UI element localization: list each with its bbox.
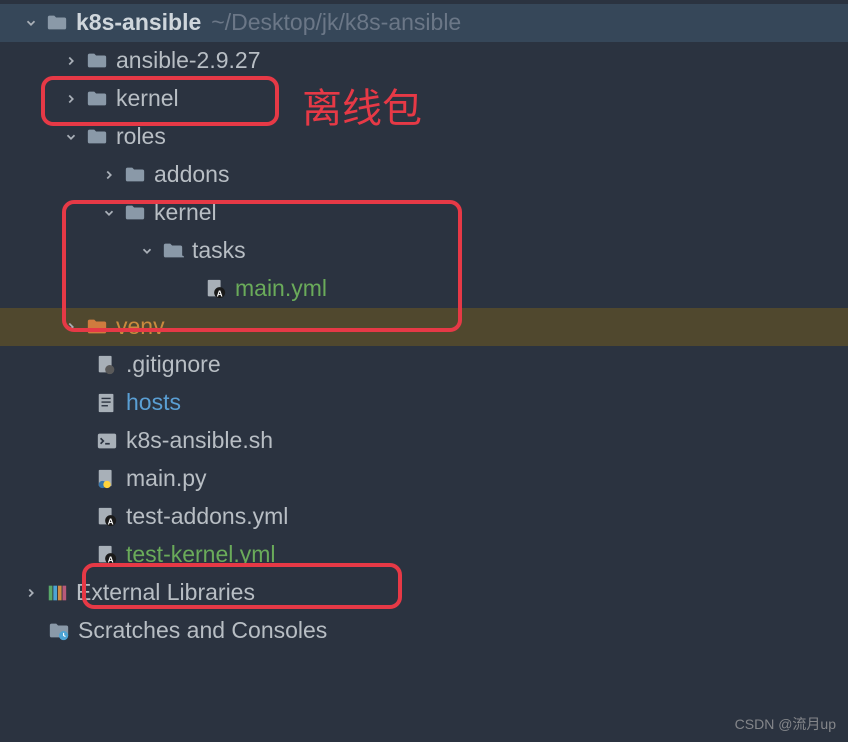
project-tree: k8s-ansible ~/Desktop/jk/k8s-ansible ans… — [0, 0, 848, 650]
file-label: .gitignore — [126, 351, 221, 379]
svg-text:A: A — [217, 289, 223, 298]
external-libraries-label: External Libraries — [76, 579, 255, 607]
tree-item-test-addons[interactable]: A test-addons.yml — [0, 498, 848, 536]
project-root-row[interactable]: k8s-ansible ~/Desktop/jk/k8s-ansible — [0, 4, 848, 42]
tree-item-k8s-sh[interactable]: k8s-ansible.sh — [0, 422, 848, 460]
folder-label: addons — [154, 161, 229, 189]
scratches-consoles[interactable]: Scratches and Consoles — [0, 612, 848, 650]
file-label: k8s-ansible.sh — [126, 427, 273, 455]
python-file-icon — [96, 468, 118, 490]
chevron-right-icon[interactable] — [62, 90, 80, 108]
folder-label: venv — [116, 313, 165, 341]
chevron-right-icon[interactable] — [100, 166, 118, 184]
folder-icon — [124, 202, 146, 224]
tree-item-main-yml[interactable]: A main.yml — [0, 270, 848, 308]
folder-icon — [162, 240, 184, 262]
folder-label: tasks — [192, 237, 246, 265]
chevron-down-icon[interactable] — [100, 204, 118, 222]
file-label: main.yml — [235, 275, 327, 303]
file-label: test-kernel.yml — [126, 541, 276, 569]
folder-icon — [86, 126, 108, 148]
chevron-down-icon[interactable] — [138, 242, 156, 260]
tree-item-tasks[interactable]: tasks — [0, 232, 848, 270]
tree-item-ansible[interactable]: ansible-2.9.27 — [0, 42, 848, 80]
folder-icon — [86, 88, 108, 110]
tree-item-addons[interactable]: addons — [0, 156, 848, 194]
svg-text:A: A — [108, 517, 114, 526]
folder-icon — [124, 164, 146, 186]
project-path: ~/Desktop/jk/k8s-ansible — [211, 9, 461, 37]
svg-text:A: A — [108, 555, 114, 564]
text-file-icon — [96, 392, 118, 414]
ansible-file-icon: A — [96, 506, 118, 528]
project-name: k8s-ansible — [76, 9, 201, 37]
folder-icon — [46, 12, 68, 34]
ansible-file-icon: A — [205, 278, 227, 300]
folder-label: kernel — [116, 85, 179, 113]
chevron-down-icon[interactable] — [22, 14, 40, 32]
file-label: test-addons.yml — [126, 503, 288, 531]
scratches-label: Scratches and Consoles — [78, 617, 327, 645]
watermark: CSDN @流月up — [735, 714, 836, 734]
chevron-right-icon[interactable] — [22, 584, 40, 602]
chevron-right-icon[interactable] — [62, 52, 80, 70]
shell-file-icon — [96, 430, 118, 452]
folder-icon — [86, 50, 108, 72]
ansible-file-icon: A — [96, 544, 118, 566]
folder-excluded-icon — [86, 316, 108, 338]
file-label: hosts — [126, 389, 181, 417]
file-label: main.py — [126, 465, 207, 493]
libraries-icon — [46, 582, 68, 604]
tree-item-roles[interactable]: roles — [0, 118, 848, 156]
scratches-icon — [48, 620, 70, 642]
tree-item-kernel[interactable]: kernel — [0, 80, 848, 118]
tree-item-roles-kernel[interactable]: kernel — [0, 194, 848, 232]
tree-item-hosts[interactable]: hosts — [0, 384, 848, 422]
tree-item-venv[interactable]: venv — [0, 308, 848, 346]
gitignore-file-icon — [96, 354, 118, 376]
external-libraries[interactable]: External Libraries — [0, 574, 848, 612]
chevron-right-icon[interactable] — [62, 318, 80, 336]
tree-item-gitignore[interactable]: .gitignore — [0, 346, 848, 384]
tree-item-main-py[interactable]: main.py — [0, 460, 848, 498]
tree-item-test-kernel[interactable]: A test-kernel.yml — [0, 536, 848, 574]
folder-label: ansible-2.9.27 — [116, 47, 261, 75]
chevron-down-icon[interactable] — [62, 128, 80, 146]
folder-label: kernel — [154, 199, 217, 227]
folder-label: roles — [116, 123, 166, 151]
